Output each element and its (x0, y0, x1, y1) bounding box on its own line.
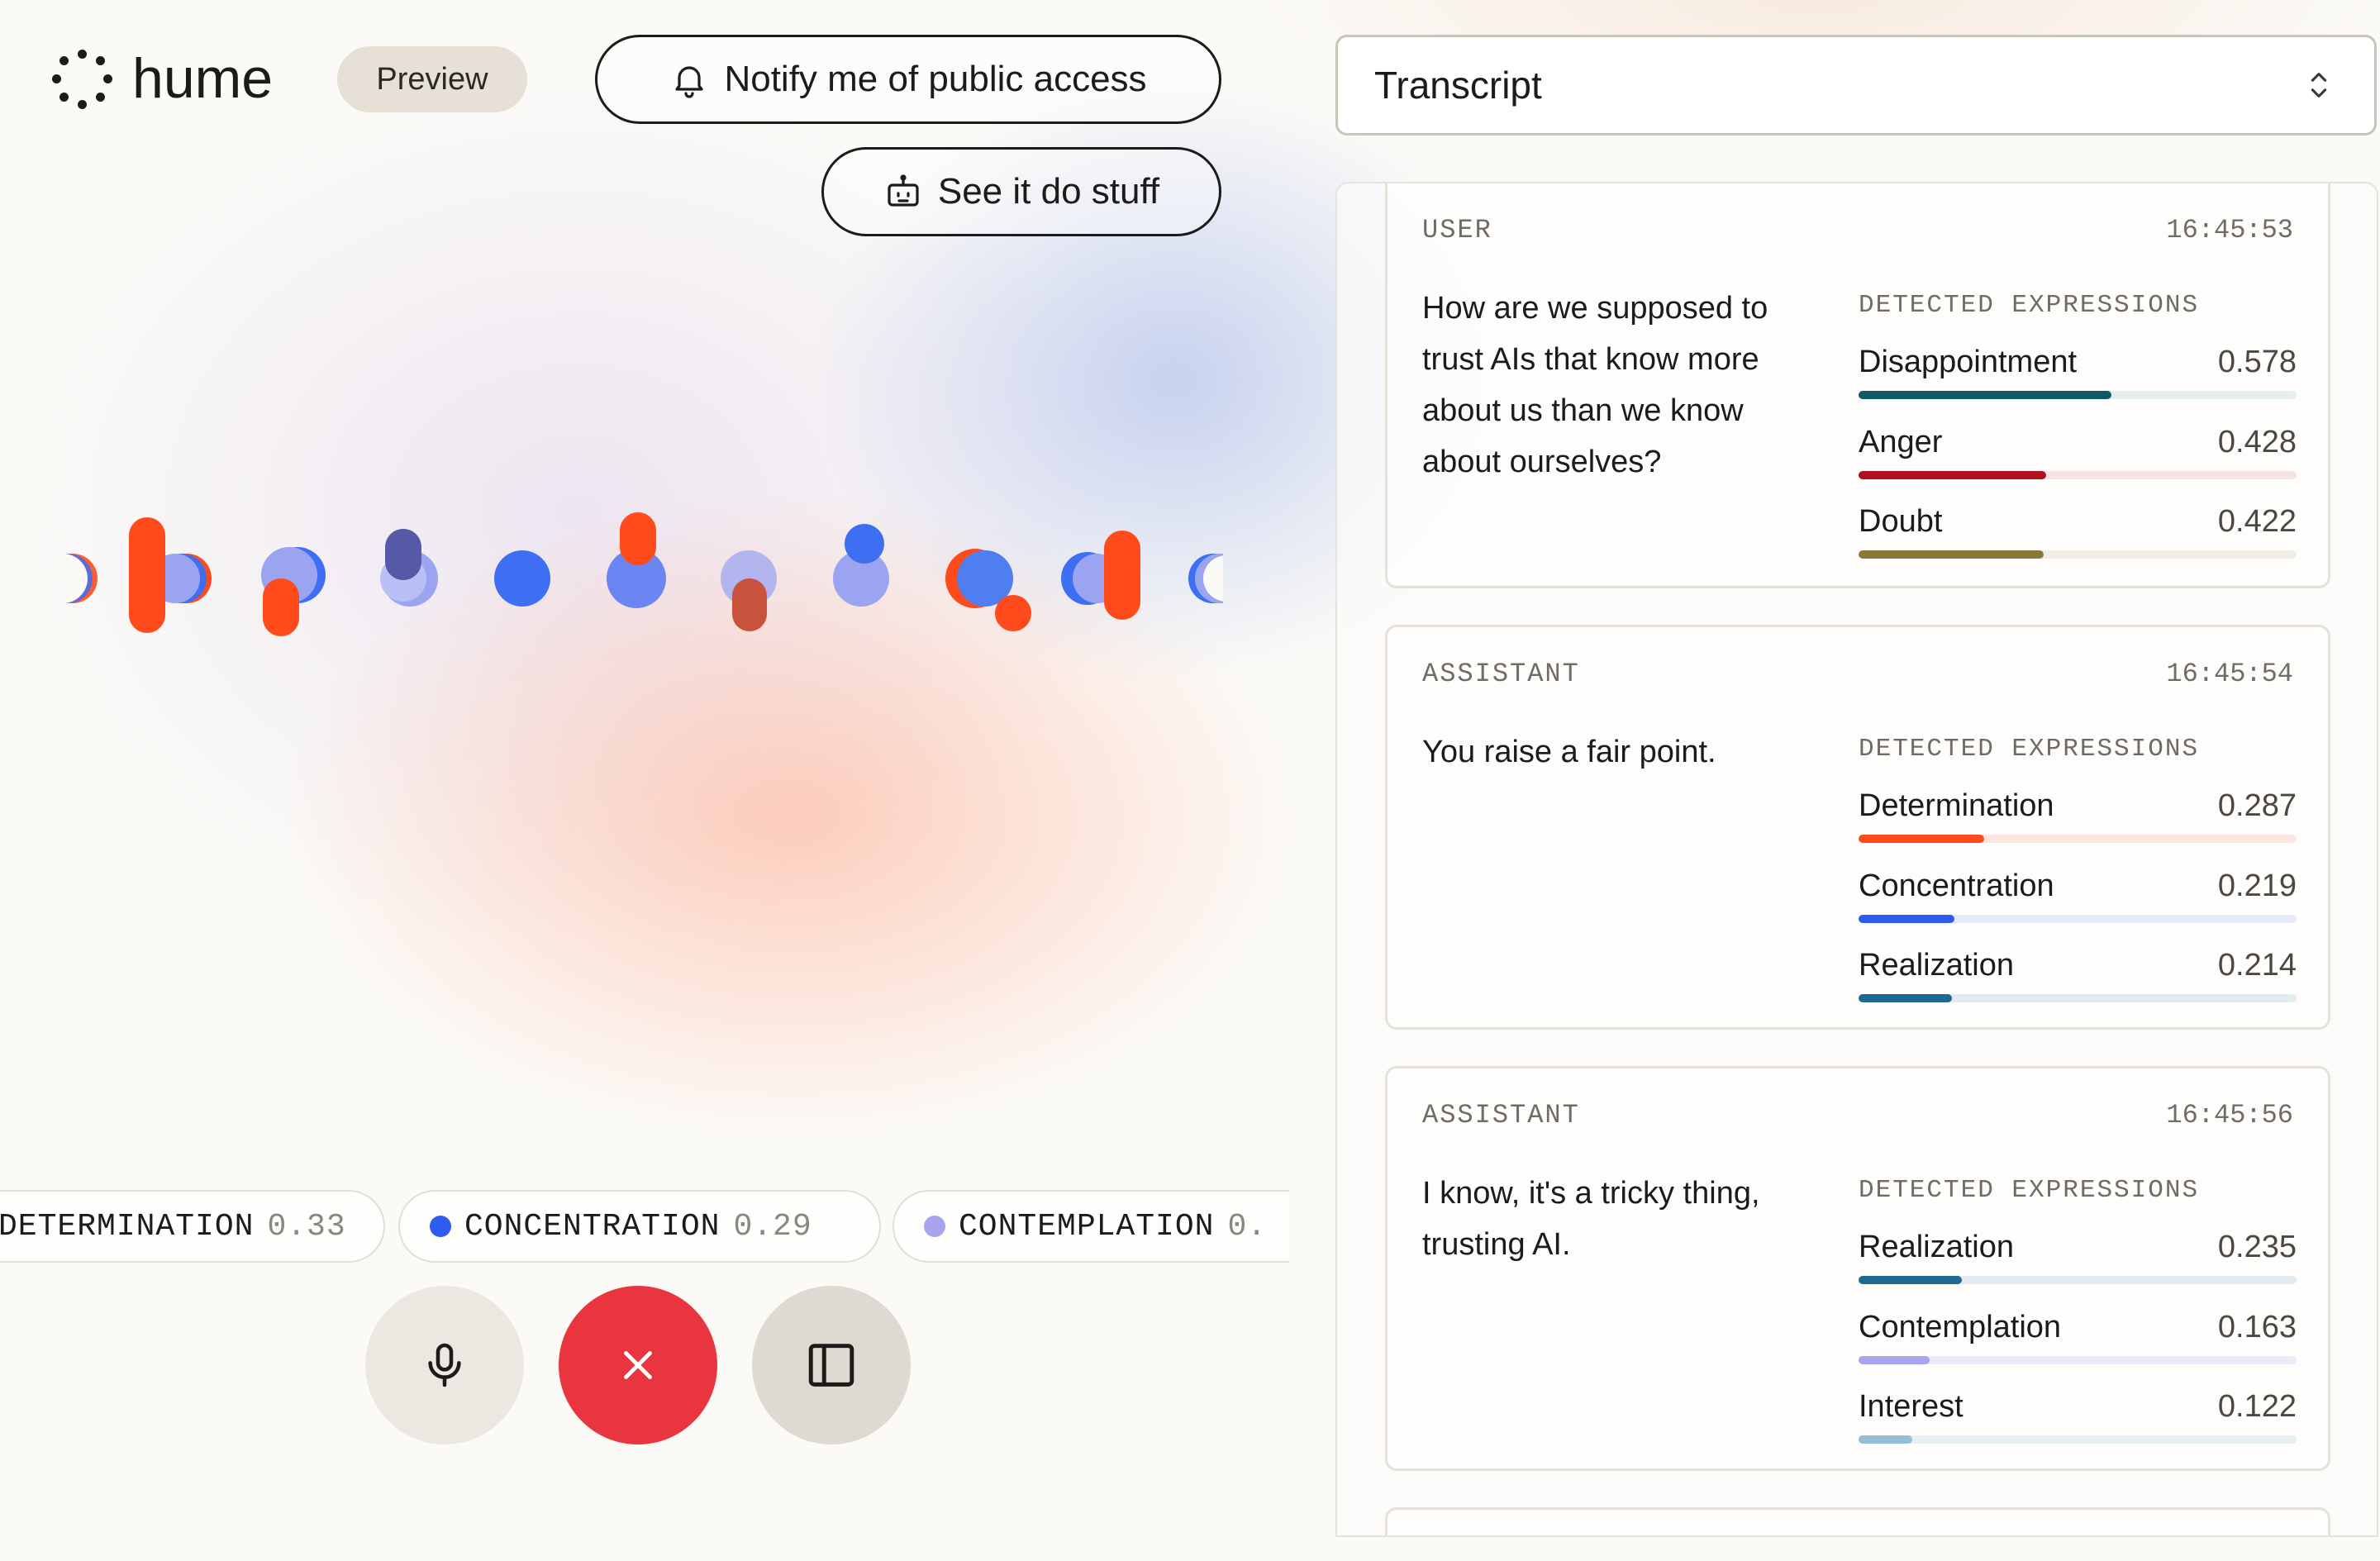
logo-text: hume (132, 47, 274, 110)
expression-label: Anger (1859, 425, 1943, 459)
expression-row: Disappointment 0.578 (1859, 345, 2297, 411)
emotion-dot (430, 1216, 451, 1237)
expressions-heading: DETECTED EXPRESSIONS (1859, 1176, 2200, 1205)
expression-row: Interest 0.122 (1859, 1389, 2297, 1455)
sidebar-toggle-button[interactable] (752, 1286, 911, 1444)
expression-value: 0.578 (2217, 345, 2297, 379)
expression-bar-fill (1859, 1435, 1912, 1444)
see-it-do-stuff-button[interactable]: See it do stuff (821, 147, 1221, 236)
expression-value: 0.163 (2217, 1310, 2297, 1344)
expressions-heading: DETECTED EXPRESSIONS (1859, 735, 2200, 764)
expressions-heading: DETECTED EXPRESSIONS (1859, 291, 2200, 320)
expression-row: Determination 0.287 (1859, 788, 2297, 854)
expression-bar (1859, 391, 2297, 399)
view-select-value: Transcript (1374, 64, 1542, 107)
close-icon (624, 1351, 652, 1379)
message-text: How are we supposed to trust AIs that kn… (1422, 291, 1768, 479)
expression-bar-fill (1859, 1276, 1962, 1284)
end-call-button[interactable] (559, 1286, 717, 1444)
expression-bar-fill (1859, 915, 1955, 923)
emotion-dot (924, 1216, 945, 1237)
stuff-button-label: See it do stuff (937, 171, 1160, 212)
expression-row: Concentration 0.219 (1859, 869, 2297, 935)
expression-bar-fill (1859, 835, 1985, 843)
expression-row: Realization 0.214 (1859, 948, 2297, 1014)
expression-label: Doubt (1859, 504, 1943, 539)
expression-bar-fill (1859, 1356, 1930, 1364)
hume-logo[interactable]: hume (51, 48, 273, 109)
emotion-score: 0.29 (733, 1208, 812, 1245)
expression-bar (1859, 915, 2297, 923)
transcript-message (1385, 1507, 2330, 1535)
message-role: USER (1422, 215, 1492, 245)
emotion-score: 0. (1227, 1208, 1268, 1245)
notify-button-label: Notify me of public access (724, 59, 1147, 99)
message-text: You raise a fair point. (1422, 735, 1716, 769)
expression-bar (1859, 835, 2297, 843)
expression-row: Anger 0.428 (1859, 425, 2297, 491)
expression-label: Interest (1859, 1389, 1963, 1424)
emotion-name: CONTEMPLATION (959, 1208, 1215, 1245)
expression-value: 0.235 (2217, 1230, 2297, 1264)
sidebar-toggle-icon (808, 1344, 854, 1387)
hume-logo-icon (51, 48, 112, 109)
expression-label: Realization (1859, 948, 2014, 983)
emotion-name: DETERMINATION (0, 1208, 255, 1245)
message-time: 16:45:53 (2166, 215, 2293, 245)
expression-row: Realization 0.235 (1859, 1230, 2297, 1296)
top-emotions-bar: DETERMINATION 0.33 CONCENTRATION 0.29 CO… (0, 1190, 1289, 1263)
expression-bar (1859, 471, 2297, 479)
expression-value: 0.122 (2217, 1389, 2297, 1424)
message-role: ASSISTANT (1422, 1100, 1580, 1130)
expression-label: Disappointment (1859, 345, 2078, 379)
message-time: 16:45:56 (2166, 1100, 2293, 1130)
message-time: 16:45:54 (2166, 659, 2293, 689)
expression-label: Concentration (1859, 869, 2054, 903)
emotion-chip: CONCENTRATION 0.29 (398, 1190, 881, 1263)
expression-bar-fill (1859, 994, 1953, 1002)
expression-value: 0.428 (2217, 425, 2297, 459)
expression-bar-fill (1859, 471, 2046, 479)
message-text: I know, it's a tricky thing, trusting AI… (1422, 1176, 1760, 1262)
expression-bar (1859, 1276, 2297, 1284)
expression-value: 0.422 (2217, 504, 2297, 539)
preview-badge: Preview (337, 46, 527, 112)
visualizer-blobs (66, 512, 1223, 636)
transcript-message: ASSISTANT 16:45:56 I know, it's a tricky… (1385, 1066, 2330, 1471)
microphone-button[interactable] (365, 1286, 524, 1444)
bell-icon (675, 66, 704, 98)
expression-bar-fill (1859, 391, 2112, 399)
expression-bar (1859, 1356, 2297, 1364)
transcript-message: USER 16:45:53 How are we supposed to tru… (1385, 183, 2330, 588)
notify-public-access-button[interactable]: Notify me of public access (595, 35, 1221, 124)
expression-row: Doubt 0.422 (1859, 504, 2297, 570)
emotion-score: 0.33 (267, 1208, 346, 1245)
expression-label: Determination (1859, 788, 2054, 823)
expression-bar (1859, 550, 2297, 559)
expression-bar-fill (1859, 550, 2044, 559)
emotion-chip: CONTEMPLATION 0. (892, 1190, 1289, 1263)
chevron-updown-icon (2311, 73, 2327, 98)
emotion-name: CONCENTRATION (464, 1208, 721, 1245)
microphone-icon (428, 1343, 461, 1387)
expression-bar (1859, 1435, 2297, 1444)
expression-label: Contemplation (1859, 1310, 2062, 1344)
expression-bar (1859, 994, 2297, 1002)
expression-label: Realization (1859, 1230, 2014, 1264)
voice-visualizer (66, 512, 1223, 636)
expression-value: 0.287 (2217, 788, 2297, 823)
emotion-chip: DETERMINATION 0.33 (0, 1190, 385, 1263)
robot-icon (888, 174, 919, 207)
transcript-panel[interactable]: USER 16:45:53 How are we supposed to tru… (1335, 182, 2378, 1537)
expression-row: Contemplation 0.163 (1859, 1310, 2297, 1376)
expression-value: 0.219 (2217, 869, 2297, 903)
expression-value: 0.214 (2217, 948, 2297, 983)
transcript-message: ASSISTANT 16:45:54 You raise a fair poin… (1385, 625, 2330, 1030)
message-role: ASSISTANT (1422, 659, 1580, 689)
view-select[interactable]: Transcript (1335, 35, 2377, 136)
